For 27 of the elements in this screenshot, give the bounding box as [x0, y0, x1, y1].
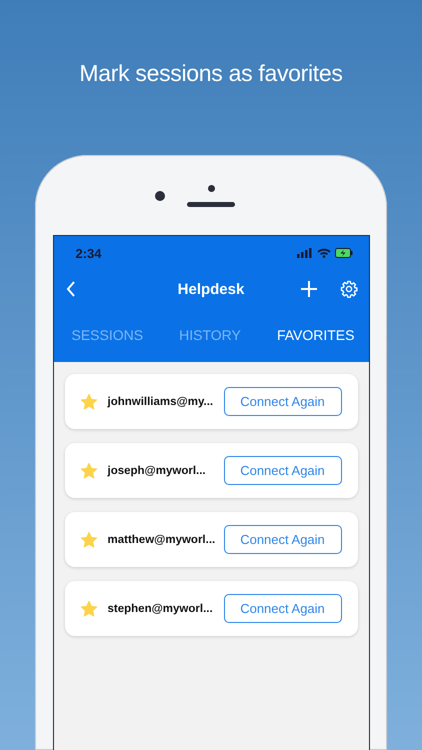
connect-again-button[interactable]: Connect Again [224, 387, 342, 416]
tab[interactable]: FAVORITES [270, 323, 360, 347]
battery-icon [334, 248, 352, 258]
tab[interactable]: SESSIONS [66, 323, 150, 347]
connect-again-button[interactable]: Connect Again [224, 525, 342, 554]
tab[interactable]: HISTORY [173, 323, 247, 347]
add-icon[interactable] [300, 280, 318, 298]
camera-icon [155, 191, 165, 201]
session-email: johnwilliams@my... [108, 396, 214, 408]
star-icon[interactable] [80, 530, 98, 548]
session-email: matthew@myworl... [108, 534, 216, 546]
speaker-icon [187, 202, 235, 207]
star-icon[interactable] [80, 392, 98, 410]
star-icon[interactable] [80, 462, 98, 480]
sensor-icon [208, 185, 214, 192]
session-email: stephen@myworl... [108, 602, 213, 614]
back-icon[interactable] [64, 280, 76, 298]
headline: Mark sessions as favorites [79, 60, 343, 88]
signal-icon [296, 248, 312, 258]
screen-title: Helpdesk [178, 280, 244, 298]
status-time: 2:34 [76, 246, 102, 260]
connect-again-button[interactable]: Connect Again [224, 456, 342, 485]
wifi-icon [316, 248, 330, 258]
connect-again-button[interactable]: Connect Again [224, 594, 342, 623]
session-email: joseph@myworl... [108, 464, 206, 476]
settings-icon[interactable] [340, 280, 358, 298]
star-icon[interactable] [80, 600, 98, 618]
